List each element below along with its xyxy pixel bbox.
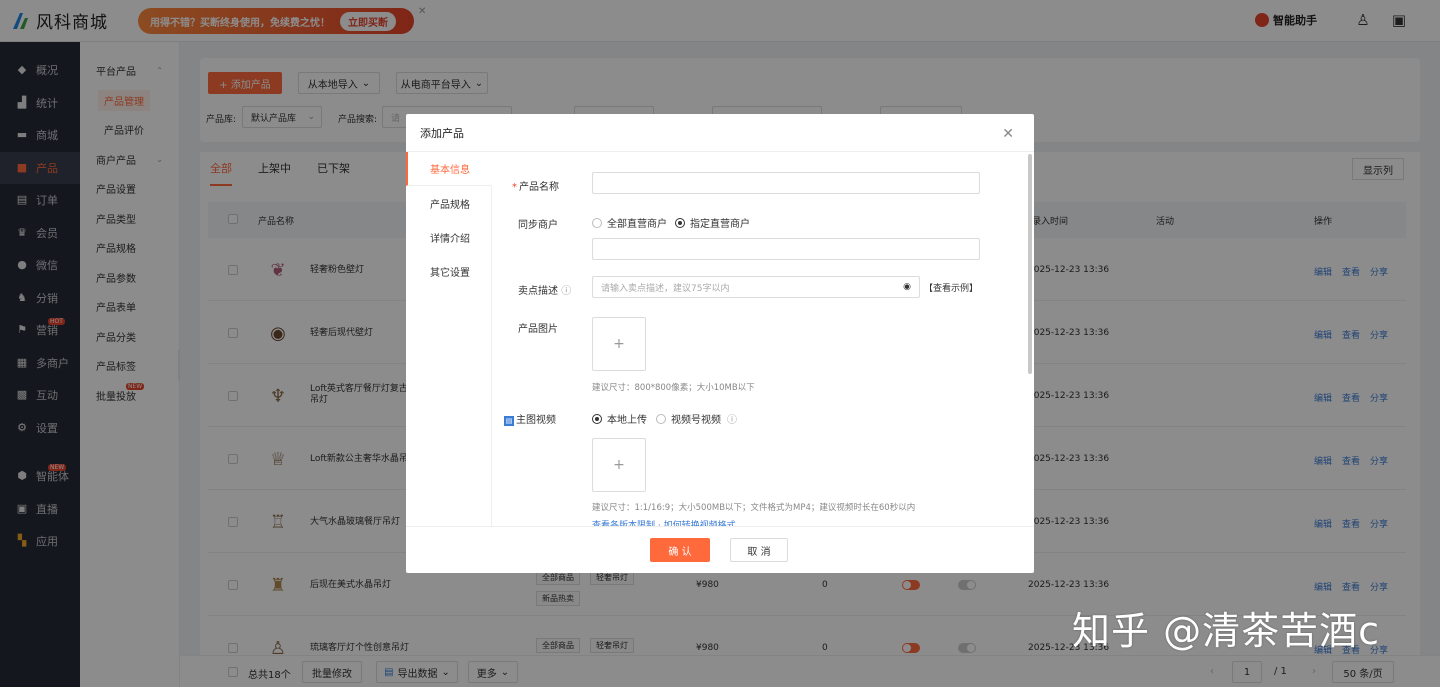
video-hint: 建议尺寸：1:1/16:9；大小500MB以下；文件格式为MP4；建议视频时长在… bbox=[592, 503, 916, 513]
sync-specified-radio[interactable]: 指定直营商户 bbox=[675, 215, 750, 230]
cancel-button[interactable]: 取 消 bbox=[730, 538, 788, 562]
confirm-button[interactable]: 确 认 bbox=[650, 538, 710, 562]
help-icon: ⓘ bbox=[727, 415, 737, 426]
sync-all-radio[interactable]: 全部直营商户 bbox=[592, 215, 667, 230]
tab-other-settings[interactable]: 其它设置 bbox=[406, 254, 491, 288]
video-channel-radio[interactable]: 视频号视频 ⓘ bbox=[656, 411, 737, 426]
dialog-scrollbar[interactable] bbox=[1028, 154, 1032, 374]
sync-merchant-label: 同步商户 bbox=[518, 220, 558, 231]
video-upload[interactable]: + bbox=[592, 438, 646, 492]
close-icon[interactable]: ✕ bbox=[1002, 126, 1014, 142]
dialog-tabs: 基本信息 产品规格 详情介绍 其它设置 bbox=[406, 152, 492, 526]
desc-example-link[interactable]: 【查看示例】 bbox=[924, 281, 978, 294]
video-limits-link[interactable]: 查看各版本限制 · 如何转换视频格式 bbox=[592, 518, 736, 526]
desc-input[interactable]: 请输入卖点描述，建议75字以内 ◉ bbox=[592, 276, 920, 298]
dialog-body: * 产品名称 同步商户 全部直营商户 指定直营商户 卖点描述 ⓘ 请输入卖点描述，… bbox=[492, 152, 1034, 526]
product-name-label: * 产品名称 bbox=[512, 182, 559, 193]
watermark: 知乎 @清茶苦酒c bbox=[1072, 609, 1380, 653]
ai-generate-icon[interactable]: ◉ bbox=[903, 282, 911, 292]
help-icon: ⓘ bbox=[561, 286, 572, 297]
dialog-header: 添加产品 bbox=[406, 114, 1034, 152]
video-local-radio[interactable]: 本地上传 bbox=[592, 411, 647, 426]
tab-details[interactable]: 详情介绍 bbox=[406, 220, 491, 254]
dialog-footer: 确 认 取 消 bbox=[406, 526, 1034, 573]
tab-specs[interactable]: 产品规格 bbox=[406, 186, 491, 220]
image-hint: 建议尺寸：800*800像素；大小10MB以下 bbox=[592, 383, 755, 393]
video-badge-icon: ▤ bbox=[504, 416, 514, 426]
merchant-select-input[interactable] bbox=[592, 238, 980, 260]
dialog-title: 添加产品 bbox=[420, 126, 464, 140]
tab-basic-info[interactable]: 基本信息 bbox=[406, 152, 492, 186]
add-product-dialog: 添加产品 ✕ 基本信息 产品规格 详情介绍 其它设置 * 产品名称 同步商户 全部… bbox=[406, 114, 1034, 573]
product-name-input[interactable] bbox=[592, 172, 980, 194]
image-upload[interactable]: + bbox=[592, 317, 646, 371]
video-label: ▤ 主图视频 bbox=[504, 415, 556, 426]
image-label: 产品图片 bbox=[518, 324, 558, 335]
desc-label: 卖点描述 ⓘ bbox=[518, 286, 572, 297]
